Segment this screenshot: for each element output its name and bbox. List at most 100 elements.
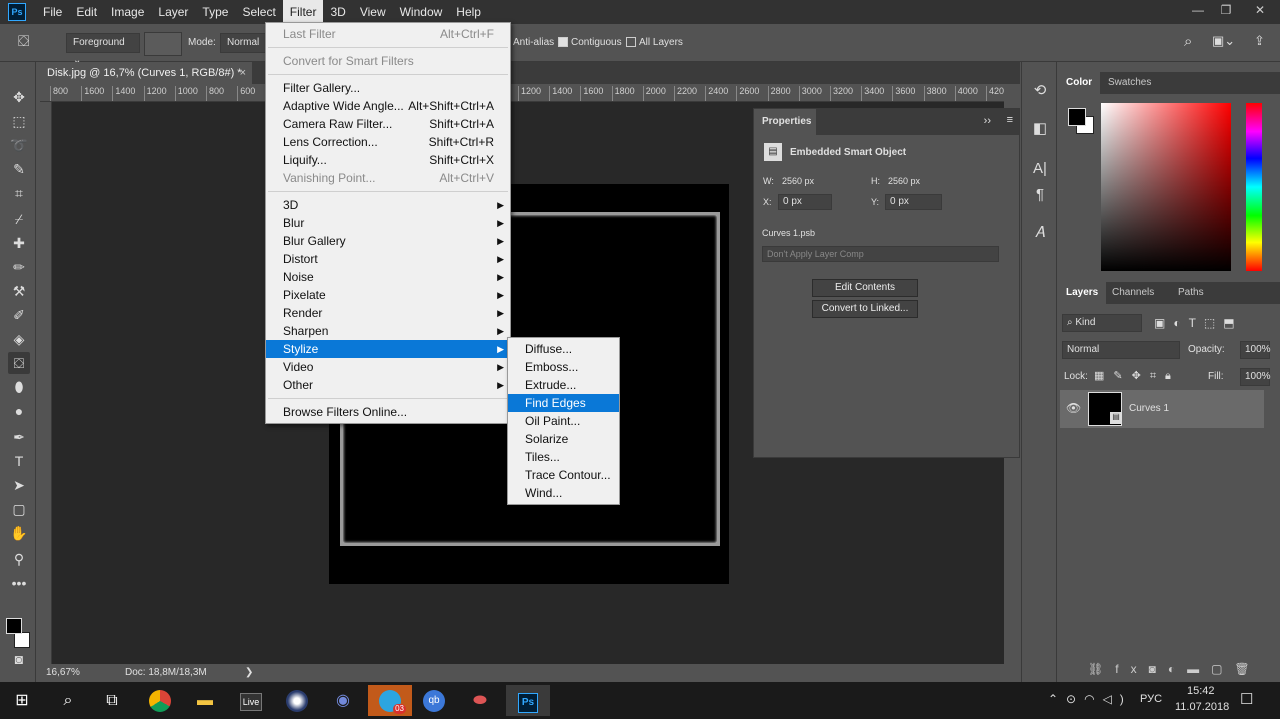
filter-item-distort[interactable]: Distort ▶ — [266, 250, 510, 268]
healing-brush-tool-icon[interactable]: ✚ — [8, 232, 30, 254]
tab-properties[interactable]: Properties — [754, 109, 816, 135]
mode-select[interactable]: Normal — [220, 33, 266, 53]
clock-date[interactable]: 11.07.2018 — [1175, 701, 1229, 713]
collapse-icon[interactable]: ›› — [984, 115, 991, 127]
filter-item-render[interactable]: Render ▶ — [266, 304, 510, 322]
menu-select[interactable]: Select — [235, 0, 282, 24]
menu-file[interactable]: File — [36, 0, 69, 24]
stylize-item-trace-contour[interactable]: Trace Contour... — [508, 466, 619, 484]
paint-bucket-tool-icon[interactable]: ⛋ — [8, 352, 30, 374]
live-app-icon[interactable]: Live — [231, 685, 271, 716]
stylize-item-extrude[interactable]: Extrude... — [508, 376, 619, 394]
chrome-icon[interactable] — [140, 685, 180, 716]
marquee-tool-icon[interactable]: ⬚ — [8, 110, 30, 132]
filter-item-3d[interactable]: 3D ▶ — [266, 196, 510, 214]
convert-to-linked-button[interactable]: Convert to Linked... — [812, 300, 918, 318]
filter-item-browse-filters-online[interactable]: Browse Filters Online... — [266, 403, 510, 421]
quick-select-tool-icon[interactable]: ✎ — [8, 158, 30, 180]
photoshop-taskbar-icon[interactable]: Ps — [506, 685, 550, 716]
tab-layers[interactable]: Layers — [1058, 282, 1107, 304]
quick-mask-icon[interactable]: ◙ — [8, 648, 30, 670]
menu-help[interactable]: Help — [449, 0, 488, 24]
tab-swatches[interactable]: Swatches — [1100, 72, 1159, 94]
close-button[interactable]: ✕ — [1240, 0, 1280, 20]
path-selection-tool-icon[interactable]: ➤ — [8, 474, 30, 496]
app-red-icon[interactable]: ⬬ — [460, 685, 500, 716]
edit-contents-button[interactable]: Edit Contents — [812, 279, 918, 297]
workspace-icon[interactable]: ▣⌄ — [1212, 33, 1235, 49]
hue-slider[interactable] — [1246, 103, 1262, 271]
layers-footer-icons[interactable]: ⛓fx◙◐▬▢🗑︎ — [1088, 662, 1262, 676]
start-button-icon[interactable]: ⊞ — [2, 685, 42, 716]
stylize-item-diffuse[interactable]: Diffuse... — [508, 340, 619, 358]
filter-item-adaptive-wide-angle[interactable]: Adaptive Wide Angle... Alt+Shift+Ctrl+A — [266, 97, 510, 115]
lock-icons[interactable]: ▦✎✥⌗🔒︎ — [1094, 369, 1180, 383]
menu-layer[interactable]: Layer — [151, 0, 195, 24]
task-view-icon[interactable]: ⧉ — [92, 685, 132, 716]
panel-menu-icon[interactable]: ≡ — [1007, 114, 1013, 126]
kind-filter-select[interactable]: ⌕ Kind — [1062, 314, 1142, 332]
blur-tool-icon[interactable]: ⬮ — [8, 376, 30, 398]
layer-name[interactable]: Curves 1 — [1129, 403, 1169, 414]
crop-tool-icon[interactable]: ⌗ — [8, 182, 30, 204]
zoom-level[interactable]: 16,67% — [46, 664, 80, 682]
color-picker-field[interactable] — [1101, 103, 1231, 271]
menu-edit[interactable]: Edit — [69, 0, 104, 24]
tab-color[interactable]: Color — [1058, 72, 1101, 94]
status-menu-arrow-icon[interactable]: ❯ — [245, 664, 253, 682]
document-tab[interactable]: Disk.jpg @ 16,7% (Curves 1, RGB/8#) * × — [40, 62, 252, 84]
filter-item-camera-raw-filter[interactable]: Camera Raw Filter... Shift+Ctrl+A — [266, 115, 510, 133]
pen-tool-icon[interactable]: ✒ — [8, 426, 30, 448]
blend-mode-select[interactable]: Normal — [1062, 341, 1180, 359]
filter-item-blur-gallery[interactable]: Blur Gallery ▶ — [266, 232, 510, 250]
clone-stamp-tool-icon[interactable]: ⚒ — [8, 280, 30, 302]
layer-filter-icons[interactable]: ▣◐T⬚⬒ — [1154, 316, 1243, 330]
background-color-swatch[interactable] — [14, 632, 30, 648]
filter-item-noise[interactable]: Noise ▶ — [266, 268, 510, 286]
more-tools-icon[interactable]: ••• — [8, 572, 30, 594]
menu-type[interactable]: Type — [195, 0, 235, 24]
stylize-item-oil-paint[interactable]: Oil Paint... — [508, 412, 619, 430]
language-indicator[interactable]: РУС — [1140, 693, 1162, 705]
lasso-tool-icon[interactable]: ➰ — [8, 134, 30, 156]
stylize-item-find-edges[interactable]: Find Edges — [508, 394, 619, 412]
filter-item-last-filter[interactable]: Last Filter Alt+Ctrl+F — [266, 25, 510, 43]
brush-tool-icon[interactable]: ✏ — [8, 256, 30, 278]
type-tool-icon[interactable]: T — [8, 450, 30, 472]
stylize-item-emboss[interactable]: Emboss... — [508, 358, 619, 376]
filter-item-lens-correction[interactable]: Lens Correction... Shift+Ctrl+R — [266, 133, 510, 151]
share-icon[interactable]: ⇪ — [1254, 33, 1265, 49]
layer-row[interactable]: 👁︎ ▤ Curves 1 — [1060, 390, 1264, 428]
menu-filter[interactable]: Filter — [282, 0, 324, 24]
fg-color-chip[interactable] — [1068, 108, 1086, 126]
filter-item-filter-gallery[interactable]: Filter Gallery... — [266, 79, 510, 97]
stylize-item-solarize[interactable]: Solarize — [508, 430, 619, 448]
fill-field[interactable]: 100% — [1240, 368, 1271, 386]
close-tab-icon[interactable]: × — [240, 62, 246, 84]
search-icon[interactable]: ⌕ — [48, 685, 88, 716]
move-tool-icon[interactable]: ✥ — [8, 86, 30, 108]
rectangle-tool-icon[interactable]: ▢ — [8, 498, 30, 520]
filter-item-video[interactable]: Video ▶ — [266, 358, 510, 376]
notifications-icon[interactable]: ☐ — [1240, 690, 1253, 708]
zoom-tool-icon[interactable]: ⚲ — [8, 548, 30, 570]
search-icon[interactable]: ⌕ — [1184, 33, 1192, 50]
filter-item-liquify[interactable]: Liquify... Shift+Ctrl+X — [266, 151, 510, 169]
adjustments-icon[interactable]: ◧ — [1029, 118, 1051, 140]
tab-channels[interactable]: Channels — [1104, 282, 1162, 304]
fill-source-select[interactable]: Foreground ⌄ — [66, 33, 140, 66]
foreground-color-swatch[interactable] — [6, 618, 22, 634]
menu-view[interactable]: View — [353, 0, 393, 24]
tab-paths[interactable]: Paths — [1170, 282, 1212, 304]
tray-icons[interactable]: ⌃⊙◠◁) — [1048, 692, 1132, 706]
visibility-eye-icon[interactable]: 👁︎ — [1066, 401, 1081, 415]
menu-window[interactable]: Window — [393, 0, 450, 24]
glyphs-icon[interactable]: 𝐴 — [1029, 222, 1051, 244]
character-icon[interactable]: A| — [1029, 158, 1051, 180]
filter-item-stylize[interactable]: Stylize ▶ — [266, 340, 510, 358]
contiguous-checkbox[interactable]: Contiguous — [558, 33, 622, 53]
restore-button[interactable]: ❐ — [1212, 0, 1240, 20]
eraser-tool-icon[interactable]: ◈ — [8, 328, 30, 350]
menu-image[interactable]: Image — [104, 0, 151, 24]
filter-item-convert-for-smart-filters[interactable]: Convert for Smart Filters — [266, 52, 510, 70]
